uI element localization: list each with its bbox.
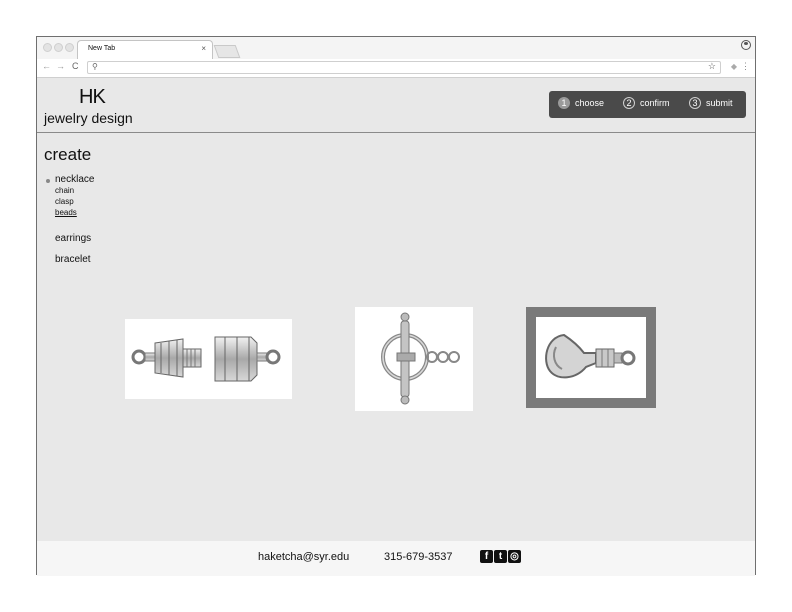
product-lobster-clasp[interactable]	[526, 307, 656, 408]
step-label: submit	[706, 98, 733, 108]
window-close-dot[interactable]	[43, 43, 52, 52]
facebook-icon[interactable]: f	[480, 550, 493, 563]
nav-sub-clasp[interactable]: clasp	[55, 197, 74, 206]
social-links: f t ◎	[480, 550, 521, 563]
barrel-clasp-image	[131, 336, 281, 382]
reload-icon[interactable]: C	[72, 61, 79, 71]
back-icon[interactable]: ←	[42, 61, 51, 71]
step-label: choose	[575, 98, 605, 108]
nav-sub-beads[interactable]: beads	[55, 208, 77, 217]
tab-close-icon[interactable]: ×	[201, 44, 206, 53]
selected-bullet-icon	[46, 179, 50, 183]
tab-bar: New Tab ×	[37, 37, 755, 59]
forward-icon[interactable]: →	[56, 61, 65, 71]
profile-icon[interactable]	[741, 40, 751, 50]
tab-title: New Tab	[88, 45, 116, 52]
window-maximize-dot[interactable]	[65, 43, 74, 52]
lobster-clasp-image	[545, 333, 636, 379]
extension-icon[interactable]: ◆	[731, 62, 737, 71]
twitter-icon[interactable]: t	[494, 550, 507, 563]
browser-menu-icon[interactable]: ⋮	[741, 61, 750, 72]
page-title: create	[44, 145, 92, 164]
product-barrel-clasp[interactable]	[125, 319, 292, 399]
toggle-clasp-image	[381, 312, 460, 405]
instagram-icon[interactable]: ◎	[508, 550, 521, 563]
address-bar[interactable]: ⚲ ☆	[87, 61, 721, 74]
site-tagline: jewelry design	[44, 110, 133, 126]
search-icon: ⚲	[92, 62, 98, 71]
site-header: HK jewelry design 1 choose 2 confirm 3 s…	[37, 78, 755, 133]
step-confirm[interactable]: 2 confirm	[623, 97, 670, 109]
step-submit[interactable]: 3 submit	[689, 97, 733, 109]
nav-item-bracelet[interactable]: bracelet	[55, 254, 91, 265]
navigation-bar: ← → C ⚲ ☆ ◆ ⋮	[37, 59, 755, 78]
browser-window: New Tab × ← → C ⚲ ☆ ◆ ⋮ HK jewelry desig…	[36, 36, 756, 576]
step-number: 2	[623, 97, 635, 109]
progress-steps: 1 choose 2 confirm 3 submit	[549, 91, 746, 118]
window-minimize-dot[interactable]	[54, 43, 63, 52]
step-label: confirm	[640, 98, 670, 108]
site-footer: haketcha@syr.edu 315-679-3537 f t ◎	[37, 541, 755, 576]
contact-phone[interactable]: 315-679-3537	[384, 551, 453, 563]
contact-email[interactable]: haketcha@syr.edu	[258, 551, 349, 563]
nav-item-earrings[interactable]: earrings	[55, 233, 91, 244]
nav-item-necklace[interactable]: necklace	[55, 174, 94, 185]
step-number: 3	[689, 97, 701, 109]
step-choose[interactable]: 1 choose	[558, 97, 604, 109]
product-toggle-clasp[interactable]	[355, 307, 473, 411]
browser-tab[interactable]: New Tab ×	[77, 40, 213, 59]
step-number: 1	[558, 97, 570, 109]
new-tab-button[interactable]	[213, 45, 241, 58]
bookmark-star-icon[interactable]: ☆	[708, 61, 716, 72]
site-logo[interactable]: HK	[79, 86, 106, 109]
nav-sub-chain[interactable]: chain	[55, 186, 74, 195]
